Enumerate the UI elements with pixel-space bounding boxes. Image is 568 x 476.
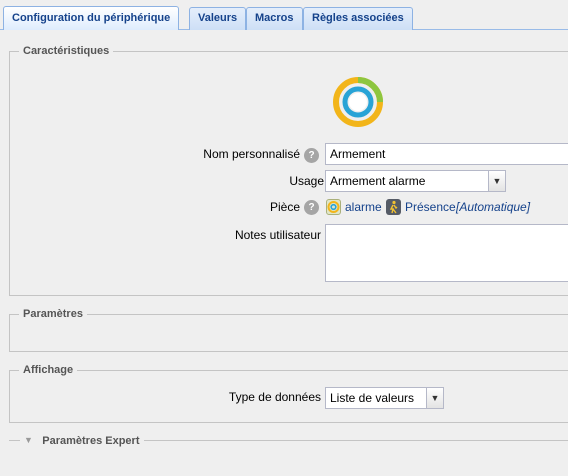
display-legend: Affichage xyxy=(19,363,78,377)
parameters-fieldset: Paramètres xyxy=(9,307,568,352)
parameters-legend: Paramètres xyxy=(19,307,87,321)
usage-label: Usage xyxy=(289,174,324,188)
presence-room-icon xyxy=(386,199,401,215)
room-link-presence[interactable]: Présence xyxy=(405,200,456,214)
tab-values[interactable]: Valeurs xyxy=(189,7,247,30)
tab-associated-rules[interactable]: Règles associées xyxy=(303,7,413,30)
data-type-select[interactable]: Liste de valeurs ▼ xyxy=(325,387,444,409)
user-notes-textarea[interactable] xyxy=(325,224,568,282)
usage-select[interactable]: Armement alarme ▼ xyxy=(325,170,506,192)
characteristics-legend: Caractéristiques xyxy=(19,44,114,58)
collapsed-arrow-icon: ▼ xyxy=(24,435,33,445)
data-type-value: Liste de valeurs xyxy=(330,391,415,405)
chevron-down-icon[interactable]: ▼ xyxy=(426,388,443,408)
notes-label: Notes utilisateur xyxy=(234,228,321,242)
help-icon[interactable]: ? xyxy=(304,200,319,215)
custom-name-field[interactable]: Armement xyxy=(325,143,568,165)
tab-bar: Configuration du périphérique Valeurs Ma… xyxy=(0,0,568,30)
room-link-alarme[interactable]: alarme xyxy=(345,200,382,214)
chevron-down-icon[interactable]: ▼ xyxy=(488,171,505,191)
help-icon[interactable]: ? xyxy=(304,148,319,163)
ring-status-icon xyxy=(331,75,385,129)
expert-toggle[interactable]: ▼ Paramètres Expert xyxy=(20,433,144,447)
alarm-room-icon xyxy=(326,199,341,215)
data-type-label: Type de données xyxy=(228,390,321,404)
room-label: Pièce xyxy=(269,200,300,214)
room-automatic-link[interactable]: [Automatique] xyxy=(456,200,530,214)
display-fieldset: Affichage Type de données Liste de valeu… xyxy=(9,363,568,423)
tab-macros[interactable]: Macros xyxy=(246,7,303,30)
tab-device-configuration[interactable]: Configuration du périphérique xyxy=(3,6,180,30)
characteristics-fieldset: Caractéristiques Nom personnalisé ? Arme… xyxy=(9,44,568,296)
name-label: Nom personnalisé xyxy=(203,147,300,161)
usage-value: Armement alarme xyxy=(330,174,426,188)
expert-legend: Paramètres Expert xyxy=(42,435,140,447)
